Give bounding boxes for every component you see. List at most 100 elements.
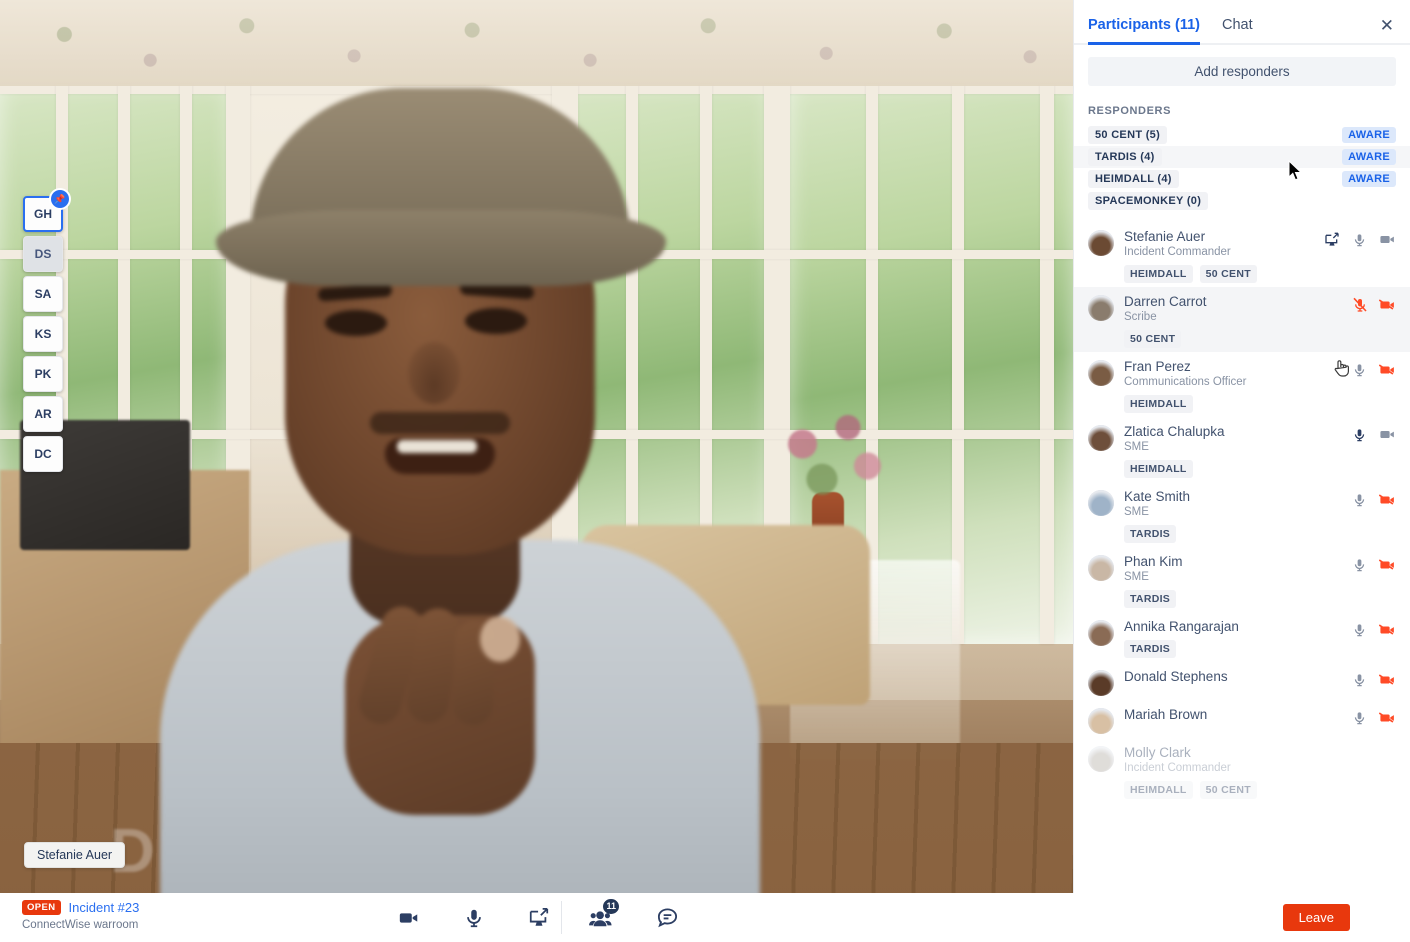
camera-off-icon[interactable] (1379, 491, 1396, 508)
participant-info: Darren Carrot Scribe 50 CENT (1124, 294, 1351, 348)
mic-icon[interactable] (1351, 621, 1368, 638)
camera-off-icon[interactable] (1379, 709, 1396, 726)
pin-icon[interactable]: 📌 (51, 190, 69, 208)
participant-name: Molly Clark (1124, 745, 1191, 760)
participant-info: Mariah Brown (1124, 707, 1351, 734)
avatar (1088, 620, 1114, 646)
responder-group-row[interactable]: 50 CENT (5) AWARE (1074, 124, 1410, 146)
mic-icon[interactable] (1351, 231, 1368, 248)
mic-icon[interactable] (1351, 671, 1368, 688)
add-responders-button[interactable]: Add responders (1088, 57, 1396, 86)
participant-row[interactable]: Donald Stephens (1074, 662, 1410, 700)
participant-row[interactable]: Molly Clark Incident Commander HEIMDALL 50 … (1074, 738, 1410, 803)
participant-name: Stefanie Auer (1124, 229, 1206, 244)
thumbnail-gh[interactable]: GH 📌 (23, 190, 69, 232)
participant-name: Kate Smith (1124, 489, 1191, 504)
participant-info: Annika Rangarajan TARDIS (1124, 619, 1351, 658)
camera-icon[interactable] (1379, 426, 1396, 443)
participants-icon[interactable]: 11 (588, 898, 619, 931)
group-name-chip: SPACEMONKEY (0) (1088, 192, 1209, 210)
participant-role: SME (1124, 441, 1149, 453)
thumbnail-pk[interactable]: PK (23, 356, 63, 392)
participant-media-icons (1351, 294, 1396, 348)
participant-tags: HEIMDALL (1124, 460, 1351, 478)
mic-icon[interactable] (1351, 491, 1368, 508)
tab-participants[interactable]: Participants (11) (1088, 17, 1201, 45)
thumbnail-ds[interactable]: DS (23, 236, 63, 272)
participant-row[interactable]: Phan Kim SME TARDIS (1074, 547, 1410, 612)
thumbnail-initials: GH (34, 207, 52, 221)
thumbnail-initials: PK (34, 367, 52, 381)
participant-info: Donald Stephens (1124, 669, 1351, 696)
thumbnail-ks[interactable]: KS (23, 316, 63, 352)
participant-name: Zlatica Chalupka (1124, 424, 1225, 439)
participant-media-icons (1351, 554, 1396, 608)
participant-info: Kate Smith SME TARDIS (1124, 489, 1351, 543)
participant-tags: HEIMDALL (1124, 395, 1351, 413)
participant-tag: HEIMDALL (1124, 395, 1193, 413)
camera-off-icon[interactable] (1379, 361, 1396, 378)
participant-row[interactable]: Fran Perez Communications Officer HEIMDALL (1074, 352, 1410, 417)
thumbnail-sa[interactable]: SA (23, 276, 63, 312)
mic-icon[interactable] (1351, 556, 1368, 573)
participant-tag: TARDIS (1124, 590, 1177, 608)
participant-info: Stefanie Auer Incident Commander HEIMDALL 5… (1124, 229, 1323, 283)
participant-info: Phan Kim SME TARDIS (1124, 554, 1351, 608)
screenshare-icon[interactable] (526, 905, 552, 931)
responders-section-title: RESPONDERS (1088, 105, 1172, 117)
responder-group-row[interactable]: TARDIS (4) AWARE (1074, 146, 1410, 168)
close-icon[interactable]: ✕ (1380, 17, 1394, 34)
thumbnail-initials: AR (34, 407, 52, 421)
group-name-chip: TARDIS (4) (1088, 148, 1162, 166)
camera-off-icon[interactable] (1379, 296, 1396, 313)
participant-row[interactable]: Mariah Brown (1074, 700, 1410, 738)
participant-name: Phan Kim (1124, 554, 1183, 569)
mic-icon[interactable] (1351, 709, 1368, 726)
avatar (1088, 425, 1114, 451)
participant-media-icons (1351, 359, 1396, 413)
camera-off-icon[interactable] (1379, 621, 1396, 638)
participant-row[interactable]: Zlatica Chalupka SME HEIMDALL (1074, 417, 1410, 482)
media-controls (396, 893, 552, 942)
participant-row[interactable]: Annika Rangarajan TARDIS (1074, 612, 1410, 662)
camera-icon[interactable] (1379, 231, 1396, 248)
mic-muted-icon[interactable] (1351, 296, 1368, 313)
camera-icon[interactable] (396, 905, 422, 931)
avatar (1088, 746, 1114, 772)
participant-thumbnail-rail: GH 📌 DS SA KS PK AR DC (23, 190, 69, 476)
participant-row[interactable]: Stefanie Auer Incident Commander HEIMDALL 5… (1074, 222, 1410, 287)
participant-row[interactable]: Kate Smith SME TARDIS (1074, 482, 1410, 547)
group-name-chip: HEIMDALL (4) (1088, 170, 1179, 188)
incident-title-link[interactable]: Incident #23 (69, 900, 140, 915)
mic-icon[interactable] (1351, 426, 1368, 443)
camera-off-icon[interactable] (1379, 671, 1396, 688)
participant-media-icons (1351, 707, 1396, 734)
camera-off-icon[interactable] (1379, 556, 1396, 573)
main-video-feed[interactable]: DEVOPS GH📌 (0, 0, 1073, 893)
participant-tags: TARDIS (1124, 640, 1351, 658)
screenshare-icon[interactable] (1323, 231, 1340, 248)
chat-icon[interactable] (654, 905, 680, 931)
avatar (1088, 230, 1114, 256)
tab-chat[interactable]: Chat (1222, 17, 1253, 45)
participant-tags: HEIMDALL 50 CENT (1124, 781, 1396, 799)
responder-group-row[interactable]: HEIMDALL (4) AWARE (1074, 168, 1410, 190)
thumbnail-initials: KS (34, 327, 52, 341)
participant-role: Scribe (1124, 311, 1157, 323)
thumbnail-initials: SA (34, 287, 52, 301)
participant-row[interactable]: Darren Carrot Scribe 50 CENT (1074, 287, 1410, 352)
participant-tag: HEIMDALL (1124, 460, 1193, 478)
participant-tags: 50 CENT (1124, 330, 1351, 348)
thumbnail-ar[interactable]: AR (23, 396, 63, 432)
participant-name: Darren Carrot (1124, 294, 1207, 309)
participant-role: Incident Commander (1124, 246, 1231, 258)
group-name-chip: 50 CENT (5) (1088, 126, 1168, 144)
participant-role: Incident Commander (1124, 762, 1231, 774)
mic-icon[interactable] (461, 905, 487, 931)
group-status-badge: AWARE (1342, 127, 1396, 143)
leave-button[interactable]: Leave (1282, 904, 1350, 931)
mic-icon[interactable] (1351, 361, 1368, 378)
participant-tag: 50 CENT (1199, 781, 1257, 799)
thumbnail-dc[interactable]: DC (23, 436, 63, 472)
responder-group-row[interactable]: SPACEMONKEY (0) (1074, 190, 1410, 212)
